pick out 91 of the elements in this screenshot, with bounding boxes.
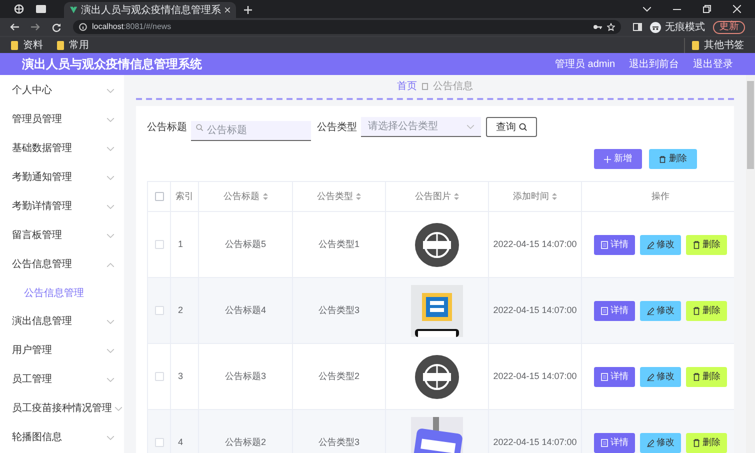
- star-icon[interactable]: [607, 23, 615, 31]
- delete-button[interactable]: 删除: [686, 300, 727, 320]
- column-header[interactable]: 操作: [652, 190, 670, 204]
- trash-icon: [692, 438, 700, 446]
- side-panel-icon[interactable]: [633, 23, 642, 31]
- sidebar-item[interactable]: 用户管理: [0, 336, 124, 365]
- browser-tab[interactable]: 演出人员与观众疫情信息管理系: [64, 2, 236, 18]
- details-button[interactable]: 详情: [594, 234, 635, 254]
- delete-button[interactable]: 删除: [649, 149, 697, 169]
- search-icon: [519, 123, 527, 131]
- select-all-checkbox[interactable]: [154, 192, 164, 201]
- sidebar-item[interactable]: 轮播图信息: [0, 423, 124, 452]
- sidebar-item[interactable]: 管理员管理: [0, 105, 124, 134]
- row-checkbox[interactable]: [154, 240, 164, 249]
- details-button[interactable]: 详情: [594, 432, 635, 452]
- plus-icon: [604, 156, 611, 162]
- header-link[interactable]: 退出到前台: [629, 56, 679, 72]
- scrollbar-thumb[interactable]: [747, 81, 754, 169]
- scrollbar[interactable]: [746, 75, 755, 453]
- sidebar-item[interactable]: 考勤详情管理: [0, 192, 124, 221]
- column-header[interactable]: 公告标题: [224, 190, 260, 204]
- sidebar-item[interactable]: 员工疫苗接种情况管理: [0, 394, 124, 423]
- header-link[interactable]: 退出登录: [693, 56, 733, 72]
- document-icon: [600, 240, 608, 248]
- address-bar[interactable]: localhost:8081/#/news: [73, 20, 621, 34]
- breadcrumb-link[interactable]: 首页: [397, 79, 417, 94]
- column-header[interactable]: 公告图片: [415, 190, 451, 204]
- row-checkbox[interactable]: [154, 438, 164, 447]
- key-icon[interactable]: [593, 24, 602, 30]
- delete-button[interactable]: 删除: [686, 234, 727, 254]
- column-header[interactable]: 公告类型: [317, 190, 353, 204]
- add-button[interactable]: 新增: [594, 149, 642, 169]
- edit-button[interactable]: 修改: [640, 300, 681, 320]
- document-icon: [422, 83, 428, 90]
- sidebar-item[interactable]: 个人中心: [0, 76, 124, 105]
- globe-icon[interactable]: [14, 4, 24, 14]
- tab-title: 演出人员与观众疫情信息管理系: [81, 4, 222, 18]
- sidebar-subitem[interactable]: 公告信息管理: [0, 279, 124, 307]
- column-header[interactable]: 索引: [176, 190, 194, 204]
- update-button[interactable]: 更新: [713, 20, 745, 34]
- edit-button[interactable]: 修改: [640, 432, 681, 452]
- app-title: 演出人员与观众疫情信息管理系统: [22, 56, 202, 73]
- pen-icon: [646, 306, 654, 314]
- header-link[interactable]: 管理员 admin: [554, 56, 615, 72]
- sidebar-item[interactable]: 考勤通知管理: [0, 163, 124, 192]
- search-icon: [196, 124, 203, 131]
- sidebar-item[interactable]: 演出信息管理: [0, 307, 124, 336]
- field-label: 公告类型: [317, 120, 357, 134]
- trash-icon: [692, 372, 700, 380]
- trash-icon: [659, 156, 666, 162]
- document-icon: [600, 372, 608, 380]
- sidebar-item[interactable]: 公告信息管理: [0, 250, 124, 279]
- details-button[interactable]: 详情: [594, 366, 635, 386]
- minimize-icon[interactable]: [673, 8, 681, 10]
- restore-icon[interactable]: [703, 5, 711, 13]
- bookmark[interactable]: 常用: [57, 38, 89, 52]
- delete-button[interactable]: 删除: [686, 366, 727, 386]
- chevron-down-icon[interactable]: [643, 6, 651, 12]
- sidebar-item[interactable]: 基础数据管理: [0, 134, 124, 163]
- profile-label: 无痕模式: [665, 20, 705, 34]
- document-icon: [600, 306, 608, 314]
- field-label: 公告标题: [147, 120, 187, 134]
- delete-button[interactable]: 删除: [686, 432, 727, 452]
- row-checkbox[interactable]: [154, 372, 164, 381]
- sidebar-item[interactable]: 员工管理: [0, 365, 124, 394]
- search-field[interactable]: 公告标题: [191, 121, 311, 141]
- column-header[interactable]: 添加时间: [513, 190, 549, 204]
- edit-button[interactable]: 修改: [640, 366, 681, 386]
- vue-logo-icon: [70, 6, 78, 14]
- forward-arrow-icon[interactable]: [31, 23, 40, 31]
- row-checkbox[interactable]: [154, 306, 164, 315]
- back-arrow-icon[interactable]: [10, 23, 19, 31]
- chevron-down-icon: [467, 124, 474, 128]
- info-icon: [79, 23, 87, 31]
- pen-icon: [646, 438, 654, 446]
- pen-icon: [646, 372, 654, 380]
- url-text: localhost:8081/#/news: [92, 21, 172, 33]
- trash-icon: [692, 240, 700, 248]
- edit-button[interactable]: 修改: [640, 234, 681, 254]
- reload-icon[interactable]: [52, 22, 61, 32]
- document-icon: [600, 438, 608, 446]
- details-button[interactable]: 详情: [594, 300, 635, 320]
- pen-icon: [646, 240, 654, 248]
- sidebar-item[interactable]: 留言板管理: [0, 221, 124, 250]
- bookmark[interactable]: 资料: [11, 38, 43, 52]
- plus-icon[interactable]: [244, 6, 252, 14]
- incognito-icon[interactable]: [650, 22, 661, 32]
- search-button[interactable]: 查询: [486, 117, 537, 137]
- close-icon[interactable]: [733, 5, 741, 13]
- trash-icon: [692, 306, 700, 314]
- close-icon[interactable]: [225, 7, 230, 13]
